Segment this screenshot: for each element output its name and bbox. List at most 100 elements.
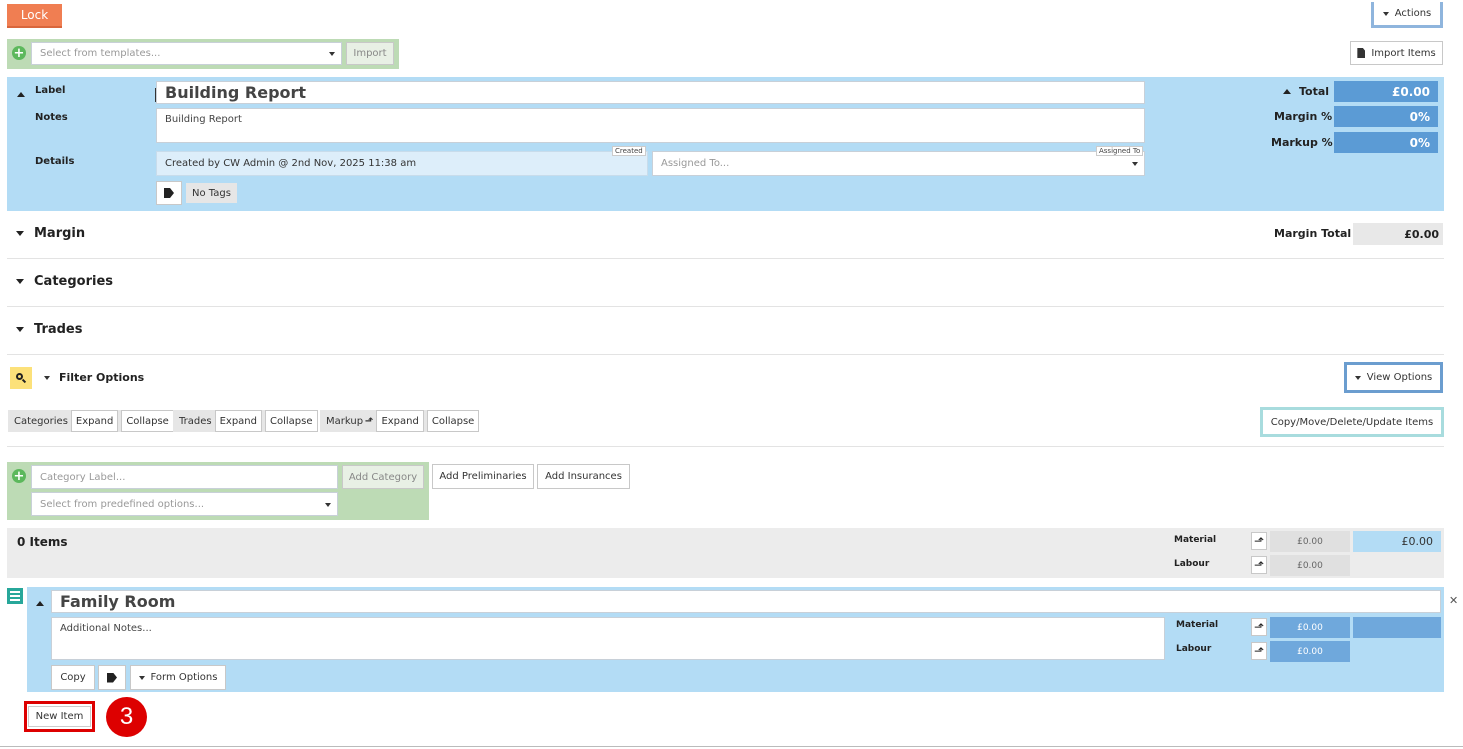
trades-toggle-group: Trades Expand Collapse bbox=[173, 410, 318, 432]
margin-title: Margin bbox=[34, 226, 86, 241]
text-cursor-icon bbox=[155, 88, 157, 102]
sort-icon: ⬏ bbox=[1253, 558, 1265, 572]
category-labour-sort-button[interactable]: ⬏ bbox=[1251, 642, 1267, 660]
margin-section-toggle[interactable]: Margin bbox=[16, 226, 85, 241]
total-label: Total bbox=[1299, 85, 1330, 98]
filter-options-toggle[interactable]: Filter Options bbox=[44, 371, 144, 384]
category-material-total bbox=[1353, 617, 1441, 638]
summary-material-total: £0.00 bbox=[1353, 531, 1441, 552]
divider bbox=[7, 258, 1444, 259]
import-items-button[interactable]: Import Items bbox=[1350, 41, 1443, 65]
tag-icon bbox=[107, 672, 117, 683]
caret-down-icon bbox=[138, 675, 145, 680]
copy-move-delete-button[interactable]: Copy/Move/Delete/Update Items bbox=[1260, 407, 1444, 437]
add-template-icon[interactable]: + bbox=[12, 46, 26, 60]
add-preliminaries-button[interactable]: Add Preliminaries bbox=[432, 464, 534, 489]
new-item-button[interactable]: New Item bbox=[24, 701, 95, 732]
summary-labour-value: £0.00 bbox=[1270, 555, 1350, 576]
caret-down-icon bbox=[1354, 375, 1361, 380]
form-options-label: Form Options bbox=[150, 672, 218, 683]
sort-icon: ⬏ bbox=[1253, 644, 1265, 658]
trades-toggle-label: Trades bbox=[179, 415, 212, 427]
summary-material-sort-button[interactable]: ⬏ bbox=[1251, 532, 1267, 550]
details-caption: Details bbox=[35, 156, 75, 167]
title-input[interactable]: Building Report bbox=[156, 81, 1145, 104]
trades-expand-button[interactable]: Expand bbox=[214, 410, 262, 432]
categories-toggle-label: Categories bbox=[14, 415, 68, 427]
search-icon bbox=[16, 373, 27, 384]
sort-icon: ⬏ bbox=[1253, 620, 1265, 634]
filter-options-label: Filter Options bbox=[59, 371, 145, 384]
lock-button[interactable]: Lock bbox=[7, 4, 62, 28]
markup-collapse-button[interactable]: Collapse bbox=[426, 410, 480, 432]
caret-down-icon bbox=[325, 503, 331, 507]
title-value: Building Report bbox=[165, 83, 307, 102]
sort-icon: ⬏ bbox=[365, 415, 374, 427]
markup-pct-value: 0% bbox=[1334, 132, 1438, 153]
markup-toggle-group: Markup ⬏ Expand Collapse bbox=[320, 410, 480, 432]
templates-placeholder: Select from templates... bbox=[40, 48, 161, 59]
summary-labour-sort-button[interactable]: ⬏ bbox=[1251, 556, 1267, 574]
divider bbox=[7, 354, 1444, 355]
notes-textarea[interactable]: Building Report bbox=[156, 108, 1145, 143]
trades-collapse-button[interactable]: Collapse bbox=[265, 410, 318, 432]
category-label-placeholder: Category Label... bbox=[40, 471, 126, 483]
trades-title: Trades bbox=[34, 322, 83, 337]
assigned-placeholder: Assigned To... bbox=[661, 158, 730, 169]
drag-handle-icon[interactable] bbox=[7, 588, 23, 604]
no-tags-label: No Tags bbox=[186, 183, 237, 203]
summary-material-value: £0.00 bbox=[1270, 531, 1350, 552]
categories-collapse-button[interactable]: Collapse bbox=[121, 410, 174, 432]
category-labour-label: Labour bbox=[1176, 644, 1212, 654]
created-tag: Created bbox=[612, 146, 646, 156]
actions-label: Actions bbox=[1394, 8, 1432, 19]
margin-total-label: Margin Total bbox=[1274, 227, 1352, 240]
markup-pct-label: Markup % bbox=[1271, 136, 1333, 149]
close-icon[interactable]: ✕ bbox=[1449, 594, 1458, 607]
category-label-input[interactable]: Category Label... bbox=[31, 465, 338, 489]
categories-section-toggle[interactable]: Categories bbox=[16, 274, 113, 289]
created-value: Created by CW Admin @ 2nd Nov, 2025 11:3… bbox=[165, 158, 417, 169]
tag-button[interactable] bbox=[156, 181, 182, 205]
import-button[interactable]: Import bbox=[346, 42, 394, 65]
templates-select[interactable]: Select from templates... bbox=[31, 42, 342, 65]
caret-down-icon bbox=[1132, 162, 1138, 166]
new-item-label: New Item bbox=[27, 706, 92, 727]
caret-up-icon bbox=[1283, 89, 1291, 94]
assigned-to-select[interactable]: Assigned To... bbox=[652, 151, 1145, 176]
created-info: Created by CW Admin @ 2nd Nov, 2025 11:3… bbox=[156, 151, 648, 176]
actions-button[interactable]: Actions bbox=[1371, 2, 1443, 28]
trades-section-toggle[interactable]: Trades bbox=[16, 322, 82, 337]
categories-expand-button[interactable]: Expand bbox=[70, 410, 119, 432]
collapse-header-toggle[interactable] bbox=[17, 87, 25, 100]
label-caption: Label bbox=[35, 85, 66, 96]
caret-down-icon bbox=[16, 279, 24, 284]
predefined-options-select[interactable]: Select from predefined options... bbox=[31, 492, 338, 516]
caret-down-icon bbox=[16, 327, 24, 332]
file-icon bbox=[1357, 48, 1366, 58]
margin-pct-value: 0% bbox=[1334, 106, 1438, 127]
category-labour-value: £0.00 bbox=[1270, 641, 1350, 662]
copy-button[interactable]: Copy bbox=[51, 665, 95, 690]
collapse-category-toggle[interactable] bbox=[36, 596, 44, 609]
divider bbox=[7, 446, 1444, 447]
form-options-button[interactable]: Form Options bbox=[130, 665, 226, 690]
search-button[interactable] bbox=[10, 367, 32, 389]
predefined-placeholder: Select from predefined options... bbox=[40, 498, 205, 510]
total-value: £0.00 bbox=[1334, 81, 1438, 102]
assigned-tag: Assigned To bbox=[1096, 146, 1144, 156]
tag-icon bbox=[164, 188, 174, 198]
bottom-divider bbox=[0, 746, 1463, 747]
caret-down-icon bbox=[329, 52, 335, 56]
add-category-button[interactable]: Add Category bbox=[342, 465, 424, 489]
add-insurances-button[interactable]: Add Insurances bbox=[537, 464, 630, 489]
categories-title: Categories bbox=[34, 274, 114, 289]
view-options-button[interactable]: View Options bbox=[1344, 362, 1443, 393]
category-tag-button[interactable] bbox=[98, 665, 126, 690]
category-title-input[interactable]: Family Room bbox=[51, 590, 1441, 613]
category-notes-textarea[interactable]: Additional Notes... bbox=[51, 617, 1165, 660]
margin-total-value: £0.00 bbox=[1353, 223, 1443, 245]
add-category-icon[interactable]: + bbox=[12, 469, 26, 483]
category-material-sort-button[interactable]: ⬏ bbox=[1251, 618, 1267, 636]
markup-expand-button[interactable]: Expand bbox=[376, 410, 424, 432]
